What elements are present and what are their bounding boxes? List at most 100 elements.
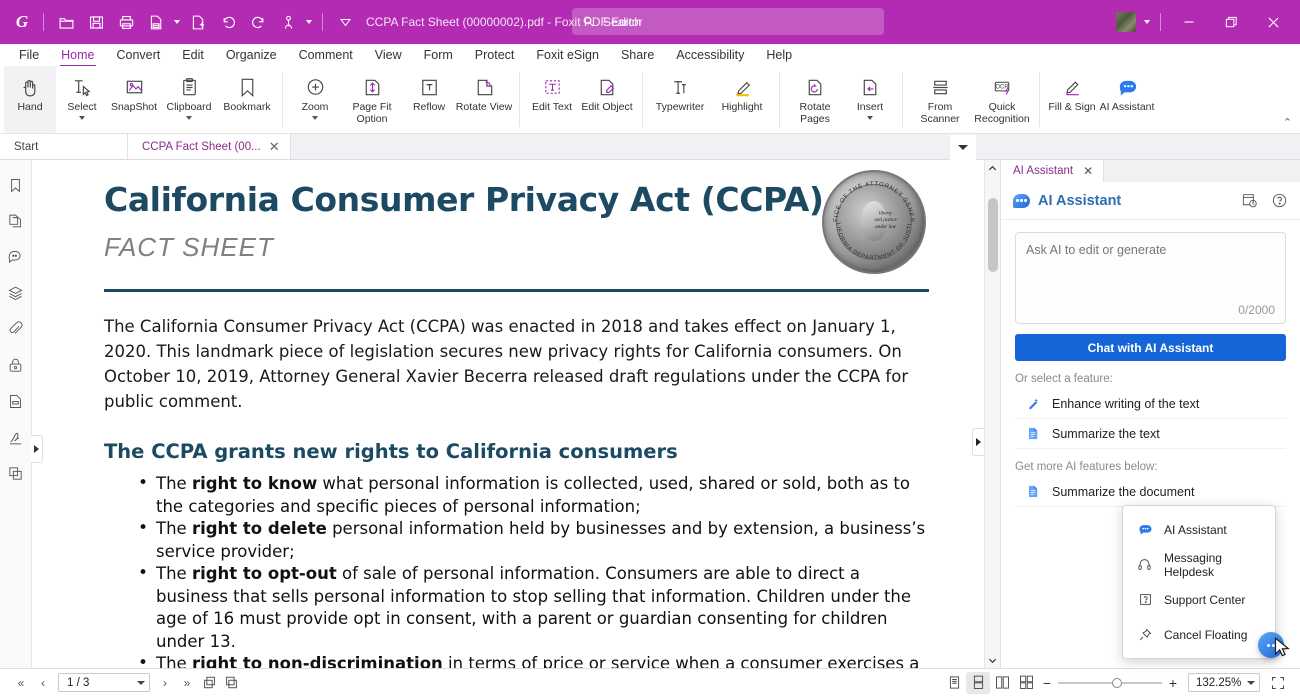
chevron-down-icon[interactable] xyxy=(1247,680,1255,685)
page-fit-option-button[interactable]: Page Fit Option xyxy=(341,66,403,133)
menu-item-messaging-helpdesk[interactable]: Messaging Helpdesk xyxy=(1123,547,1275,582)
first-page-button[interactable]: « xyxy=(10,672,32,694)
ai-prompt-input[interactable]: Ask AI to edit or generate 0/2000 xyxy=(1015,232,1286,324)
hand-tool-button[interactable]: Hand xyxy=(4,66,56,133)
bookmark-panel-icon[interactable] xyxy=(3,172,29,198)
menu-item-help[interactable]: Help xyxy=(755,45,803,65)
ai-chat-fab-icon[interactable] xyxy=(1258,632,1284,658)
last-page-button[interactable]: » xyxy=(176,672,198,694)
menu-item-foxit-esign[interactable]: Foxit eSign xyxy=(525,45,610,65)
security-panel-icon[interactable] xyxy=(3,352,29,378)
pdf-page[interactable]: OFFICE OF THE ATTORNEY GENERAL CALIFORNI… xyxy=(32,160,984,668)
scroll-track[interactable] xyxy=(985,176,1001,652)
menu-item-form[interactable]: Form xyxy=(413,45,464,65)
tab-list-dropdown-icon[interactable] xyxy=(950,135,976,160)
feature-summarize-document[interactable]: Summarize the document xyxy=(1015,477,1286,507)
insert-pages-button[interactable]: Insert xyxy=(844,66,896,133)
next-view-icon[interactable] xyxy=(220,672,242,694)
chat-history-icon[interactable] xyxy=(1240,192,1258,210)
rotate-view-button[interactable]: Rotate View xyxy=(455,66,513,133)
snapshot-button[interactable]: SnapShot xyxy=(108,66,160,133)
menu-item-organize[interactable]: Organize xyxy=(215,45,288,65)
menu-item-accessibility[interactable]: Accessibility xyxy=(665,45,755,65)
clipboard-button[interactable]: Clipboard xyxy=(160,66,218,133)
expand-navigation-pane-button[interactable] xyxy=(31,435,43,463)
menu-item-home[interactable]: Home xyxy=(50,45,105,67)
zoom-slider-knob[interactable] xyxy=(1112,677,1122,688)
close-button[interactable] xyxy=(1252,0,1294,44)
create-pdf-icon[interactable] xyxy=(183,7,213,37)
rotate-pages-button[interactable]: Rotate Pages xyxy=(786,66,844,133)
avatar[interactable] xyxy=(1111,7,1141,37)
zoom-out-button[interactable]: − xyxy=(1038,675,1056,691)
fields-panel-icon[interactable] xyxy=(3,388,29,414)
single-page-view-icon[interactable] xyxy=(942,672,966,694)
menu-item-convert[interactable]: Convert xyxy=(106,45,172,65)
layers-panel-icon[interactable] xyxy=(3,280,29,306)
print-icon[interactable] xyxy=(111,7,141,37)
menu-item-share[interactable]: Share xyxy=(610,45,665,65)
two-page-view-icon[interactable] xyxy=(990,672,1014,694)
zoom-slider[interactable] xyxy=(1058,675,1162,691)
collapse-ai-panel-button[interactable] xyxy=(972,428,984,456)
email-icon[interactable] xyxy=(141,7,171,37)
page-thumbnails-icon[interactable] xyxy=(3,208,29,234)
edit-text-button[interactable]: Edit Text xyxy=(526,66,578,133)
feature-enhance-writing[interactable]: Enhance writing of the text xyxy=(1015,389,1286,419)
menu-item-edit[interactable]: Edit xyxy=(171,45,215,65)
undo-icon[interactable] xyxy=(213,7,243,37)
tab-ccpa-fact-sheet[interactable]: CCPA Fact Sheet (00... ✕ xyxy=(128,134,291,159)
chat-with-ai-assistant-button[interactable]: Chat with AI Assistant xyxy=(1015,334,1286,361)
full-screen-icon[interactable] xyxy=(1266,672,1290,694)
email-dropdown-caret-icon[interactable] xyxy=(171,8,183,36)
close-icon[interactable]: ✕ xyxy=(267,139,282,155)
chevron-down-icon[interactable] xyxy=(867,113,873,122)
scroll-down-arrow-icon[interactable] xyxy=(985,652,1001,668)
comments-panel-icon[interactable] xyxy=(3,244,29,270)
feature-summarize-text[interactable]: Summarize the text xyxy=(1015,419,1286,449)
continuous-scroll-view-icon[interactable] xyxy=(966,671,990,694)
scroll-thumb[interactable] xyxy=(987,198,998,272)
stamps-panel-icon[interactable] xyxy=(3,460,29,486)
signatures-panel-icon[interactable] xyxy=(3,424,29,450)
chevron-down-icon[interactable] xyxy=(79,113,85,122)
menu-item-comment[interactable]: Comment xyxy=(288,45,364,65)
zoom-button[interactable]: Zoom xyxy=(289,66,341,133)
previous-view-icon[interactable] xyxy=(198,672,220,694)
fill-and-sign-button[interactable]: Fill & Sign xyxy=(1046,66,1098,133)
two-page-continuous-view-icon[interactable] xyxy=(1014,672,1038,694)
touch-mode-icon[interactable] xyxy=(273,7,303,37)
scroll-up-arrow-icon[interactable] xyxy=(985,160,1001,176)
restore-button[interactable] xyxy=(1210,0,1252,44)
quick-recognition-button[interactable]: OCR Quick Recognition xyxy=(971,66,1033,133)
zoom-level-input[interactable]: 132.25% xyxy=(1188,673,1260,692)
page-scrollbar[interactable] xyxy=(984,160,1000,668)
next-page-button[interactable]: › xyxy=(154,672,176,694)
typewriter-button[interactable]: Typewriter xyxy=(649,66,711,133)
redo-icon[interactable] xyxy=(243,7,273,37)
chevron-down-icon[interactable] xyxy=(137,680,145,685)
account-dropdown-caret-icon[interactable] xyxy=(1141,8,1153,36)
menu-item-cancel-floating[interactable]: Cancel Floating xyxy=(1123,617,1275,652)
bookmark-button[interactable]: Bookmark xyxy=(218,66,276,133)
highlight-button[interactable]: Highlight xyxy=(711,66,773,133)
select-tool-button[interactable]: Select xyxy=(56,66,108,133)
edit-object-button[interactable]: Edit Object xyxy=(578,66,636,133)
menu-item-protect[interactable]: Protect xyxy=(464,45,526,65)
menu-item-ai-assistant[interactable]: AI Assistant xyxy=(1123,512,1275,547)
help-circle-icon[interactable] xyxy=(1270,192,1288,210)
customize-toolbar-caret-icon[interactable] xyxy=(330,7,360,37)
attachments-panel-icon[interactable] xyxy=(3,316,29,342)
save-icon[interactable] xyxy=(81,7,111,37)
zoom-in-button[interactable]: + xyxy=(1164,675,1182,691)
reflow-button[interactable]: Reflow xyxy=(403,66,455,133)
menu-item-file[interactable]: File xyxy=(8,45,50,65)
ai-assistant-button[interactable]: AI Assistant xyxy=(1098,66,1156,133)
touch-mode-dropdown-caret-icon[interactable] xyxy=(303,8,315,36)
tab-start[interactable]: Start xyxy=(0,134,128,159)
menu-item-support-center[interactable]: Support Center xyxy=(1123,582,1275,617)
page-number-input[interactable]: 1 / 3 xyxy=(58,673,150,692)
from-scanner-button[interactable]: From Scanner xyxy=(909,66,971,133)
previous-page-button[interactable]: ‹ xyxy=(32,672,54,694)
search-input[interactable]: Search xyxy=(572,8,884,35)
